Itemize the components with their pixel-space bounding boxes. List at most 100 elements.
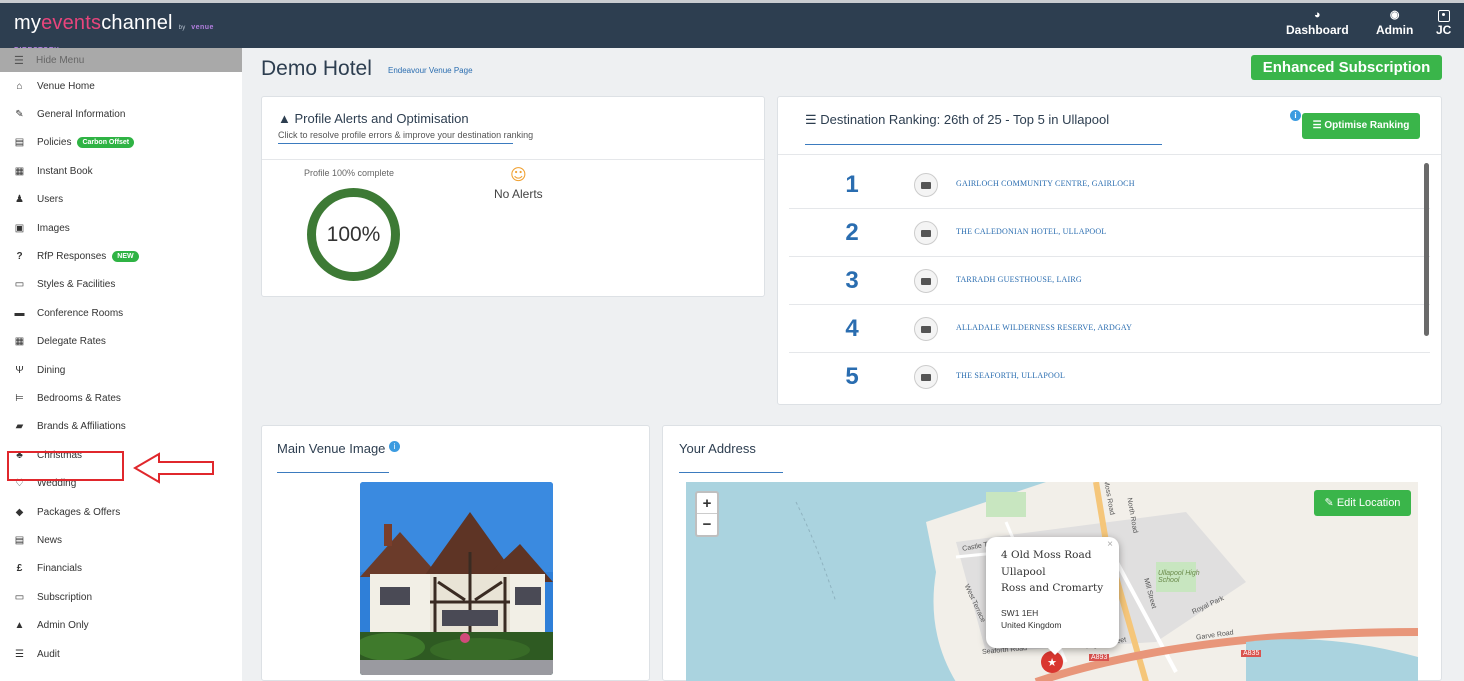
title-underline xyxy=(805,144,1162,145)
sidebar-item-brands-affiliations[interactable]: ▰ Brands & Affiliations xyxy=(0,413,242,441)
sidebar-item-admin-only[interactable]: ▲ Admin Only xyxy=(0,611,242,639)
edit-icon: ✎ xyxy=(15,109,24,121)
list-icon: ☰ xyxy=(1312,120,1325,131)
nav-admin[interactable]: ◉ Admin xyxy=(1376,7,1413,37)
edit-location-button[interactable]: ✎ Edit Location xyxy=(1314,490,1411,516)
hide-menu-button[interactable]: ☰ Hide Menu xyxy=(0,48,242,72)
popup-tip xyxy=(1046,646,1064,655)
camera-icon xyxy=(914,365,938,389)
sidebar-item-dining[interactable]: Ψ Dining xyxy=(0,356,242,384)
rank-number: 3 xyxy=(845,267,859,294)
camera-icon xyxy=(914,269,938,293)
profile-alerts-card: ▲ Profile Alerts and Optimisation Click … xyxy=(261,96,765,297)
sidebar-item-packages-offers[interactable]: ◆ Packages & Offers xyxy=(0,498,242,526)
ranking-row[interactable]: 2 THE CALEDONIAN HOTEL, ULLAPOOL xyxy=(789,209,1430,257)
address-popup: × 4 Old Moss Road Ullapool Ross and Crom… xyxy=(986,537,1119,648)
address-postcode: SW1 1EH xyxy=(1001,608,1039,618)
nav-user[interactable]: JC xyxy=(1436,7,1451,37)
venue-name-link[interactable]: THE SEAFORTH, ULLAPOOL xyxy=(956,371,1065,380)
map-label-a835: A835 xyxy=(1241,650,1262,657)
sidebar-item-general-information[interactable]: ✎ General Information xyxy=(0,100,242,128)
location-map[interactable]: ★ North Road Mill Street Ullapool High S… xyxy=(686,482,1418,681)
newspaper-icon: ▤ xyxy=(14,534,25,546)
title-underline xyxy=(277,472,389,473)
sidebar-item-rfp-responses[interactable]: ? RfP Responses NEW xyxy=(0,242,242,270)
user-icon: ♟ xyxy=(15,194,24,206)
title-underline xyxy=(679,472,783,473)
main-venue-image-card: Main Venue Image i xyxy=(261,425,650,681)
admin-icon: ◉ xyxy=(1389,9,1400,21)
sidebar-item-bedrooms-rates[interactable]: ⊨ Bedrooms & Rates xyxy=(0,384,242,412)
home-icon: ⌂ xyxy=(16,80,23,92)
venue-photo[interactable] xyxy=(360,482,553,675)
ranking-row[interactable]: 1 GAIRLOCH COMMUNITY CENTRE, GAIRLOCH xyxy=(789,161,1430,209)
info-icon[interactable]: i xyxy=(389,441,401,452)
rank-number: 1 xyxy=(845,171,859,198)
svg-text:★: ★ xyxy=(1047,656,1057,669)
optimise-ranking-button[interactable]: ☰ Optimise Ranking xyxy=(1302,113,1420,139)
calculator-icon: ▦ xyxy=(14,336,25,348)
venue-name-link[interactable]: ALLADALE WILDERNESS RESERVE, ARDGAY xyxy=(956,323,1132,332)
nav-dashboard[interactable]: ◕ Dashboard xyxy=(1286,7,1349,37)
profile-complete-label: Profile 100% complete xyxy=(304,168,395,178)
map-label-high-school: Ullapool High School xyxy=(1158,570,1200,584)
address-country: United Kingdom xyxy=(1001,620,1062,630)
warning-icon: ▲ xyxy=(14,620,25,632)
rank-number: 2 xyxy=(845,219,859,246)
sidebar-item-audit[interactable]: ☰ Audit xyxy=(0,640,242,668)
info-icon[interactable]: i xyxy=(1290,110,1301,121)
ranking-scrollbar[interactable] xyxy=(1424,163,1429,336)
sidebar-item-instant-book[interactable]: ▦ Instant Book xyxy=(0,157,242,185)
annotation-highlight-box xyxy=(7,451,124,481)
venue-name-link[interactable]: GAIRLOCH COMMUNITY CENTRE, GAIRLOCH xyxy=(956,179,1135,188)
credit-card-icon: ▭ xyxy=(14,591,25,603)
question-icon: ? xyxy=(16,251,23,263)
zoom-out-button[interactable]: − xyxy=(697,514,717,535)
enhanced-subscription-button[interactable]: Enhanced Subscription xyxy=(1251,55,1442,80)
list-icon: ☰ xyxy=(805,112,817,127)
map-label-a893: A893 xyxy=(1089,654,1110,661)
divider xyxy=(778,154,1441,155)
sidebar-item-financials[interactable]: £ Financials xyxy=(0,555,242,583)
title-underline xyxy=(278,143,513,144)
sidebar-item-delegate-rates[interactable]: ▦ Delegate Rates xyxy=(0,328,242,356)
sidebar: ☰ Hide Menu ⌂ Venue Home ✎ General Informa… xyxy=(0,48,242,681)
address-line-1: 4 Old Moss Road xyxy=(1001,549,1092,561)
no-alerts-label: No Alerts xyxy=(494,187,543,201)
document-icon: ▤ xyxy=(14,137,25,149)
briefcase-icon: ▬ xyxy=(14,307,25,319)
pound-icon: £ xyxy=(16,563,23,575)
sidebar-item-images[interactable]: ▣ Images xyxy=(0,214,242,242)
new-badge: NEW xyxy=(112,251,139,263)
monitor-icon: ▭ xyxy=(14,279,25,291)
sidebar-item-users[interactable]: ♟ Users xyxy=(0,186,242,214)
profile-progress-ring: 100% xyxy=(307,188,400,281)
venue-page-link[interactable]: Endeavour Venue Page xyxy=(388,66,473,75)
sidebar-item-conference-rooms[interactable]: ▬ Conference Rooms xyxy=(0,299,242,327)
zoom-in-button[interactable]: + xyxy=(697,493,717,514)
cutlery-icon: Ψ xyxy=(15,364,24,376)
sidebar-item-news[interactable]: ▤ News xyxy=(0,526,242,554)
profile-alerts-title[interactable]: ▲ Profile Alerts and Optimisation xyxy=(278,111,469,126)
rank-number: 5 xyxy=(845,363,859,390)
profile-percent: 100% xyxy=(326,222,381,246)
address-line-3: Ross and Cromarty xyxy=(1001,582,1104,594)
dashboard-icon: ◕ xyxy=(1314,9,1321,21)
sidebar-item-venue-home[interactable]: ⌂ Venue Home xyxy=(0,72,242,100)
image-icon: ▣ xyxy=(14,222,25,234)
address-card: Your Address ★ North Road Mill Street Ul… xyxy=(662,425,1442,681)
close-icon[interactable]: × xyxy=(1107,539,1113,550)
sidebar-item-styles-facilities[interactable]: ▭ Styles & Facilities xyxy=(0,271,242,299)
sidebar-item-policies[interactable]: ▤ Policies Carbon Offset xyxy=(0,129,242,157)
list-icon: ☰ xyxy=(15,648,24,660)
profile-alerts-subtitle[interactable]: Click to resolve profile errors & improv… xyxy=(278,130,533,140)
address-line-2: Ullapool xyxy=(1001,566,1046,578)
ranking-row[interactable]: 4 ALLADALE WILDERNESS RESERVE, ARDGAY xyxy=(789,305,1430,353)
ranking-row[interactable]: 3 TARRADH GUESTHOUSE, LAIRG xyxy=(789,257,1430,305)
venue-name-link[interactable]: THE CALEDONIAN HOTEL, ULLAPOOL xyxy=(956,227,1106,236)
ranking-row[interactable]: 5 THE SEAFORTH, ULLAPOOL xyxy=(789,353,1430,401)
venue-name-link[interactable]: TARRADH GUESTHOUSE, LAIRG xyxy=(956,275,1082,284)
calendar-icon: ▦ xyxy=(14,165,25,177)
sidebar-item-subscription[interactable]: ▭ Subscription xyxy=(0,583,242,611)
carbon-offset-badge: Carbon Offset xyxy=(77,137,135,149)
